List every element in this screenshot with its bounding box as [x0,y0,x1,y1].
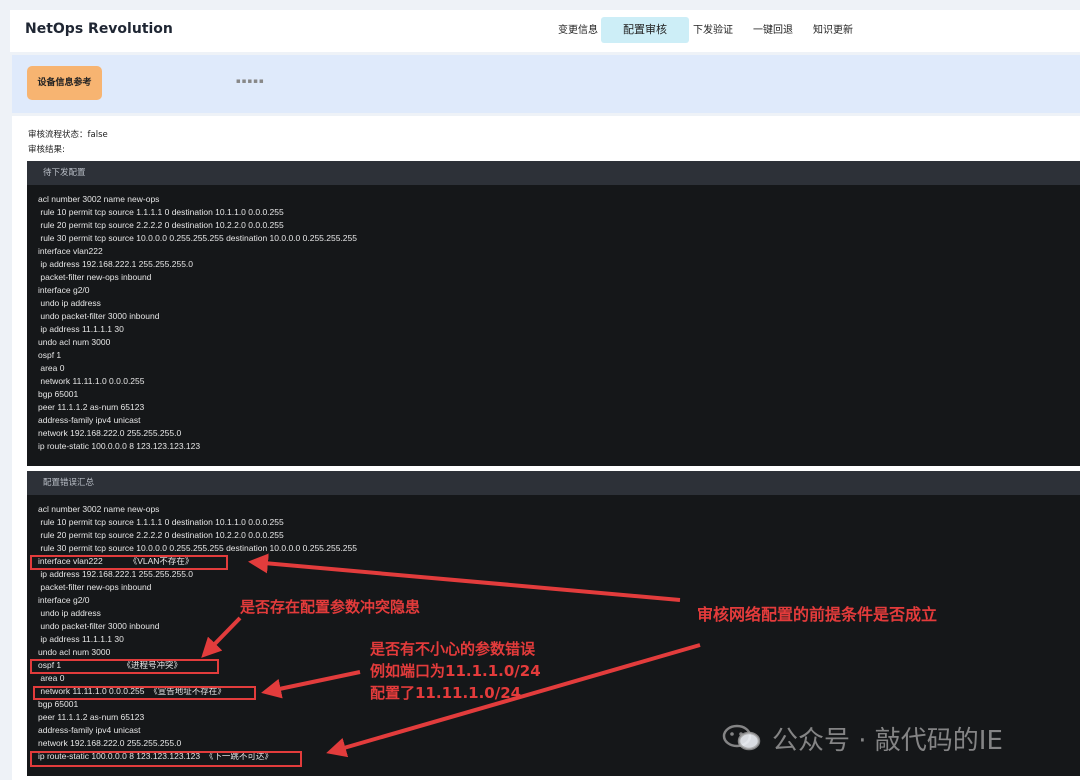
arrow-to-ospf [201,616,242,658]
watermark-text: 公众号 · 敲代码的IE [772,726,1003,756]
arrow-to-vlan [248,553,681,602]
annotation-param-error-2: 例如端口为11.1.1.0/24 [370,662,541,680]
annotation-prereq: 审核网络配置的前提条件是否成立 [697,605,938,624]
wechat-icon [722,724,761,751]
annotation-conflict: 是否存在配置参数冲突隐患 [240,598,421,616]
arrow-to-network [261,670,361,699]
annotation-param-error-1: 是否有不小心的参数错误 [370,640,536,658]
annotation-param-error-3: 配置了11.11.1.0/24 [370,684,522,702]
